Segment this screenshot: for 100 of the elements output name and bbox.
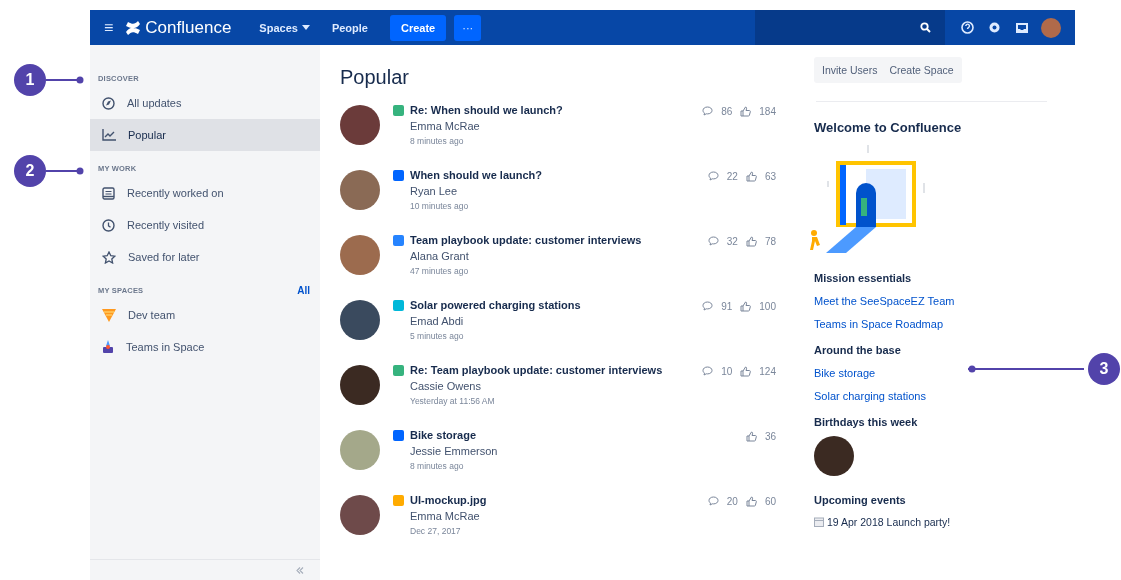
like-icon [745, 236, 757, 247]
search-field[interactable] [755, 10, 945, 45]
section-heading: Mission essentials [814, 272, 913, 284]
sidebar-item[interactable]: Dev team [90, 299, 320, 331]
section-heading: Around the base [814, 344, 902, 356]
space-logo-icon [102, 340, 114, 354]
like-count: 184 [759, 106, 776, 117]
page-link[interactable]: Bike storage [814, 367, 876, 379]
page-title: Popular [340, 65, 410, 89]
nav-link[interactable]: People [325, 17, 374, 38]
logo-icon [125, 20, 142, 35]
callout-marker: 3 [1088, 353, 1120, 385]
calendar-icon [814, 517, 824, 527]
content-title-link[interactable]: UI-mockup.jpg [410, 494, 487, 506]
comment-count: 32 [726, 236, 738, 247]
all-link[interactable]: All [297, 284, 310, 296]
more-button[interactable]: ··· [454, 14, 482, 41]
star-icon [102, 250, 116, 264]
avatar [814, 436, 854, 476]
comment-count: 91 [721, 301, 733, 312]
event-text: 19 Apr 2018 Launch party! [827, 516, 951, 528]
sidebar-item[interactable]: Saved for later [90, 241, 320, 273]
timestamp: Yesterday at 11:56 AM [410, 396, 496, 406]
comment-icon [702, 366, 714, 376]
author-name: Cassie Owens [410, 380, 482, 392]
avatar [340, 235, 380, 275]
author-name: Emad Abdi [410, 315, 465, 327]
like-count: 78 [764, 236, 776, 247]
content-title-link[interactable]: Re: Team playbook update: customer interviews [410, 364, 663, 376]
like-icon [740, 366, 752, 377]
content-title-link[interactable]: Bike storage [410, 429, 477, 441]
like-icon [745, 171, 757, 182]
content-title-link[interactable]: Re: When should we launch? [410, 104, 563, 116]
content-title-link[interactable]: Solar powered charging stations [410, 299, 581, 311]
section-heading: Birthdays this week [814, 416, 919, 428]
comment-count: 22 [726, 171, 738, 182]
document-icon [102, 186, 115, 200]
search-icon [920, 22, 931, 33]
welcome-heading: Welcome to Confluence [814, 120, 963, 135]
avatar [340, 170, 380, 210]
toolbar-button[interactable]: Invite Users [816, 57, 884, 83]
avatar [340, 495, 380, 535]
compass-icon [102, 96, 115, 110]
avatar [340, 300, 380, 340]
sidebar-item[interactable]: Popular [90, 119, 320, 151]
like-icon [740, 301, 752, 312]
author-name: Ryan Lee [410, 185, 459, 197]
avatar [340, 430, 380, 470]
author-name: Jessie Emmerson [410, 445, 499, 457]
like-icon [745, 431, 757, 442]
clock-icon [102, 218, 115, 232]
avatar [340, 365, 380, 405]
comment-icon [707, 171, 719, 181]
page-link[interactable]: Solar charging stations [814, 390, 926, 402]
confluence-logo[interactable]: Confluence [125, 17, 232, 38]
author-name: Emma McRae [410, 510, 481, 522]
notifications-icon [1015, 21, 1029, 34]
create-button[interactable]: Create [389, 14, 447, 41]
content-title-link[interactable]: When should we launch? [410, 169, 542, 181]
author-name: Emma McRae [410, 120, 481, 132]
help-icon [961, 21, 974, 34]
comment-count: 86 [721, 106, 733, 117]
callout-marker: 2 [14, 155, 46, 187]
comment-icon [707, 236, 719, 246]
page-link[interactable]: Meet the SeeSpaceEZ Team [814, 295, 955, 307]
like-icon [745, 496, 757, 507]
sidebar-item[interactable]: Teams in Space [90, 331, 320, 363]
settings-icon [988, 21, 1001, 34]
like-count: 124 [759, 366, 776, 377]
section-heading: Upcoming events [814, 494, 907, 506]
like-icon [740, 106, 752, 117]
timestamp: 8 minutes ago [410, 461, 465, 471]
menu-button[interactable]: ≡ [104, 18, 114, 37]
callout-marker: 1 [14, 64, 46, 96]
caret-icon [301, 25, 310, 30]
sidebar-item[interactable]: Recently visited [90, 209, 320, 241]
comment-count: 10 [721, 366, 733, 377]
nav-link[interactable]: Spaces [253, 17, 316, 38]
space-logo-icon [102, 308, 116, 322]
comment-count: 20 [726, 496, 738, 507]
timestamp: 8 minutes ago [410, 136, 465, 146]
timestamp: 5 minutes ago [410, 331, 465, 341]
help-button[interactable] [959, 19, 976, 36]
like-count: 60 [764, 496, 776, 507]
leader-line [46, 76, 84, 84]
leader-line [46, 167, 84, 175]
comment-icon [702, 301, 714, 311]
timestamp: Dec 27, 2017 [410, 526, 462, 536]
author-name: Alana Grant [410, 250, 470, 262]
chart-icon [102, 129, 116, 141]
timestamp: 47 minutes ago [410, 266, 470, 276]
sidebar-item[interactable]: Recently worked on [90, 177, 320, 209]
sidebar-item[interactable]: All updates [90, 87, 320, 119]
content-title-link[interactable]: Team playbook update: customer interviews [410, 234, 642, 246]
timestamp: 10 minutes ago [410, 201, 470, 211]
page-link[interactable]: Teams in Space Roadmap [814, 318, 943, 330]
comment-icon [707, 496, 719, 506]
toolbar-button[interactable]: Create Space [883, 57, 960, 83]
like-count: 36 [764, 431, 776, 442]
comment-icon [702, 106, 714, 116]
